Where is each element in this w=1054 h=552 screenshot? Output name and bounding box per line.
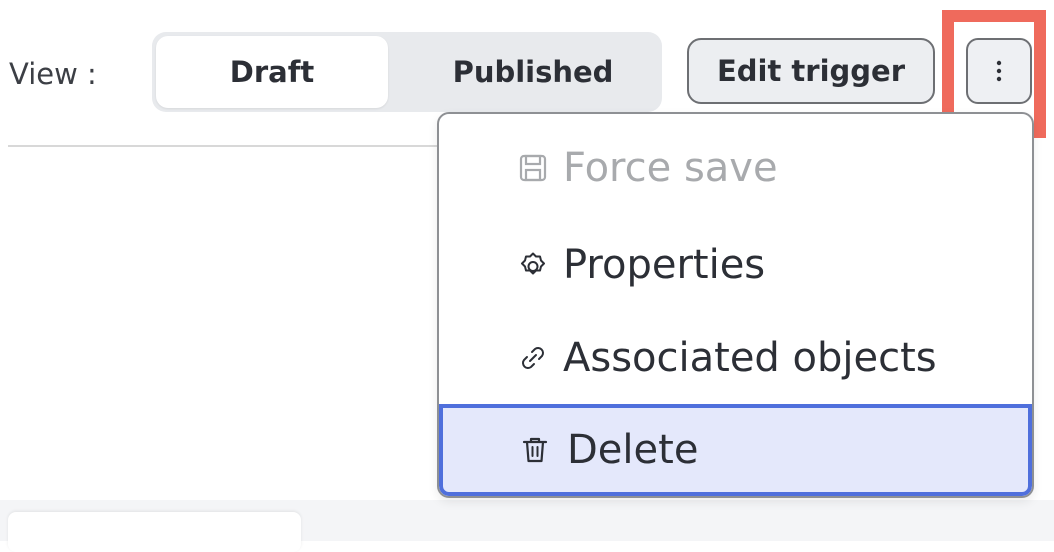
- menu-item-associated-objects[interactable]: Associated objects: [439, 314, 1032, 402]
- save-icon: [519, 154, 547, 182]
- more-options-menu: Force save Properties Associated objects…: [437, 112, 1034, 498]
- menu-item-label: Properties: [563, 242, 766, 288]
- trash-icon: [522, 437, 548, 463]
- menu-item-delete[interactable]: Delete: [439, 404, 1032, 496]
- menu-item-label: Force save: [563, 145, 778, 191]
- menu-item-label: Associated objects: [563, 335, 937, 381]
- edit-trigger-button[interactable]: Edit trigger: [687, 38, 935, 104]
- header-divider: [8, 145, 445, 147]
- canvas-card: [8, 512, 301, 552]
- link-icon: [522, 347, 544, 369]
- toggle-option-draft[interactable]: Draft: [156, 36, 388, 108]
- menu-item-properties[interactable]: Properties: [439, 220, 1032, 310]
- view-toggle: Draft Published: [152, 32, 662, 112]
- toggle-option-published[interactable]: Published: [408, 36, 658, 108]
- menu-item-label: Delete: [567, 427, 699, 473]
- menu-item-force-save[interactable]: Force save: [439, 128, 1032, 208]
- view-label: View :: [9, 57, 97, 91]
- gear-icon: [521, 252, 545, 275]
